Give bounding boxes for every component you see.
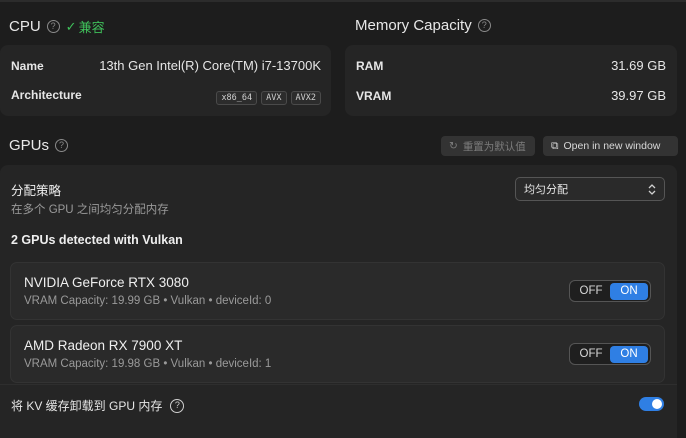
open-new-window-label: Open in new window bbox=[563, 140, 661, 152]
gpu-enable-toggle[interactable]: OFF ON bbox=[569, 343, 651, 365]
strategy-select-value: 均匀分配 bbox=[524, 184, 568, 196]
gpus-detected-text: 2 GPUs detected with Vulkan bbox=[11, 233, 183, 247]
reset-defaults-button[interactable]: ↻ 重置为默认值 bbox=[441, 136, 535, 156]
toggle-off-option[interactable]: OFF bbox=[572, 285, 610, 297]
toggle-off-option[interactable]: OFF bbox=[572, 348, 610, 360]
cpu-name-label: Name bbox=[11, 59, 44, 73]
window-icon: ⧉ bbox=[551, 139, 559, 152]
gpu-card-0: NVIDIA GeForce RTX 3080 VRAM Capacity: 1… bbox=[10, 262, 665, 320]
gpus-section-header: GPUs ? bbox=[9, 137, 69, 154]
cpu-arch-label: Architecture bbox=[11, 88, 82, 102]
kv-offload-row: 将 KV 缓存卸载到 GPU 内存 ? bbox=[11, 397, 185, 414]
compat-label: 兼容 bbox=[78, 20, 105, 35]
help-icon[interactable]: ? bbox=[170, 398, 185, 413]
reset-icon: ↻ bbox=[449, 140, 458, 152]
memory-title: Memory Capacity bbox=[355, 17, 472, 34]
kv-offload-label: 将 KV 缓存卸载到 GPU 内存 bbox=[11, 399, 163, 413]
ram-value: 31.69 GB bbox=[611, 58, 666, 73]
gpu-name: AMD Radeon RX 7900 XT bbox=[24, 338, 183, 353]
help-icon[interactable]: ? bbox=[55, 139, 69, 152]
toggle-on-option[interactable]: ON bbox=[610, 345, 648, 363]
gpu-name: NVIDIA GeForce RTX 3080 bbox=[24, 275, 189, 290]
ram-label: RAM bbox=[356, 59, 384, 73]
strategy-description: 在多个 GPU 之间均匀分配内存 bbox=[11, 204, 169, 216]
compat-badge: ✓ 兼容 bbox=[66, 17, 105, 36]
memory-section-header: Memory Capacity ? bbox=[355, 17, 491, 34]
cpu-title: CPU bbox=[9, 18, 41, 35]
cpu-arch-tags: x86_64 AVX AVX2 bbox=[212, 87, 321, 105]
arch-tag: AVX2 bbox=[290, 91, 321, 105]
gpus-title: GPUs bbox=[9, 137, 50, 154]
chevron-updown-icon-svg bbox=[648, 183, 656, 195]
gpu-meta: VRAM Capacity: 19.99 GB • Vulkan • devic… bbox=[24, 295, 272, 307]
toggle-knob bbox=[652, 399, 662, 409]
check-icon: ✓ bbox=[65, 18, 77, 34]
gpu-card-1: AMD Radeon RX 7900 XT VRAM Capacity: 19.… bbox=[10, 325, 665, 383]
cpu-name-value: 13th Gen Intel(R) Core(TM) i7-13700K bbox=[99, 58, 321, 73]
vram-label: VRAM bbox=[356, 89, 392, 103]
toggle-on-option[interactable]: ON bbox=[610, 282, 648, 300]
top-divider bbox=[0, 0, 686, 2]
arch-tag: AVX bbox=[261, 91, 287, 105]
chevron-updown-icon bbox=[648, 183, 656, 195]
arch-tag: x86_64 bbox=[216, 91, 258, 105]
memory-info-card: RAM 31.69 GB VRAM 39.97 GB bbox=[345, 45, 677, 116]
help-icon[interactable]: ? bbox=[46, 20, 60, 33]
reset-defaults-label: 重置为默认值 bbox=[462, 140, 526, 153]
open-new-window-button[interactable]: ⧉ Open in new window bbox=[543, 136, 678, 156]
gpu-meta: VRAM Capacity: 19.98 GB • Vulkan • devic… bbox=[24, 358, 272, 370]
vram-value: 39.97 GB bbox=[611, 88, 666, 103]
kv-offload-toggle[interactable] bbox=[639, 397, 664, 411]
cpu-info-card: Name 13th Gen Intel(R) Core(TM) i7-13700… bbox=[0, 45, 331, 116]
cpu-section-header: CPU ? ✓ 兼容 bbox=[9, 17, 105, 36]
divider bbox=[0, 384, 677, 385]
strategy-select[interactable]: 均匀分配 bbox=[515, 177, 665, 201]
gpu-enable-toggle[interactable]: OFF ON bbox=[569, 280, 651, 302]
help-icon[interactable]: ? bbox=[477, 19, 491, 32]
strategy-title: 分配策略 bbox=[11, 184, 62, 198]
